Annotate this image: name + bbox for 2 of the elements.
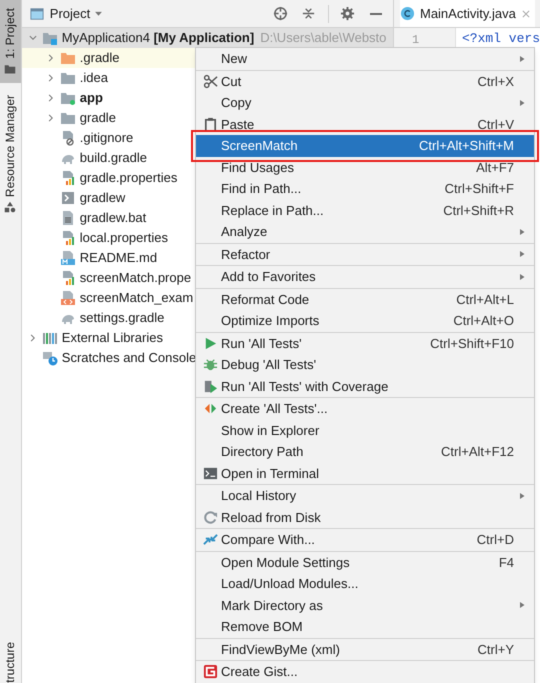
code-line: <?xml vers bbox=[462, 31, 540, 46]
line-number: 1 bbox=[412, 33, 420, 47]
